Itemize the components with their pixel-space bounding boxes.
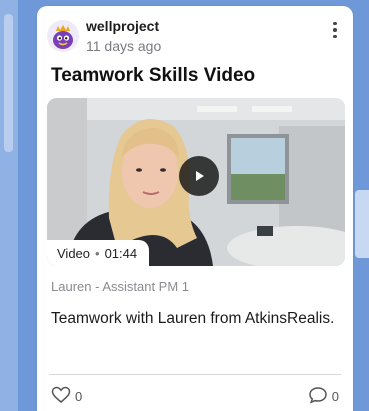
like-count: 0	[75, 389, 83, 404]
post-body: Teamwork with Lauren from AtkinsRealis.	[51, 310, 335, 327]
video-duration: 01:44	[104, 245, 138, 261]
board-column-left-card	[4, 14, 13, 152]
comment-count: 0	[331, 389, 339, 404]
like-button[interactable]: 0	[51, 386, 82, 407]
board-column-left	[0, 0, 18, 411]
comment-bubble-icon	[308, 386, 328, 407]
badge-separator: •	[95, 245, 100, 261]
kebab-menu-icon[interactable]	[327, 18, 343, 42]
video-caption: Lauren - Assistant PM 1	[51, 279, 190, 294]
footer-divider	[49, 374, 341, 375]
post-author[interactable]: wellproject	[86, 18, 159, 34]
board-column-right-card	[355, 190, 369, 258]
post-card[interactable]: wellproject 11 days ago Teamwork Skills …	[37, 6, 353, 411]
comment-button[interactable]: 0	[308, 386, 339, 407]
video-duration-badge: Video • 01:44	[47, 240, 150, 266]
heart-icon	[51, 386, 71, 407]
post-header: wellproject 11 days ago	[47, 16, 345, 56]
play-icon[interactable]	[179, 156, 219, 196]
video-player[interactable]: Video • 01:44	[47, 98, 345, 266]
monster-avatar-icon[interactable]	[47, 20, 79, 52]
video-type-label: Video	[57, 245, 91, 261]
post-title: Teamwork Skills Video	[51, 65, 256, 86]
post-timestamp: 11 days ago	[86, 38, 162, 54]
